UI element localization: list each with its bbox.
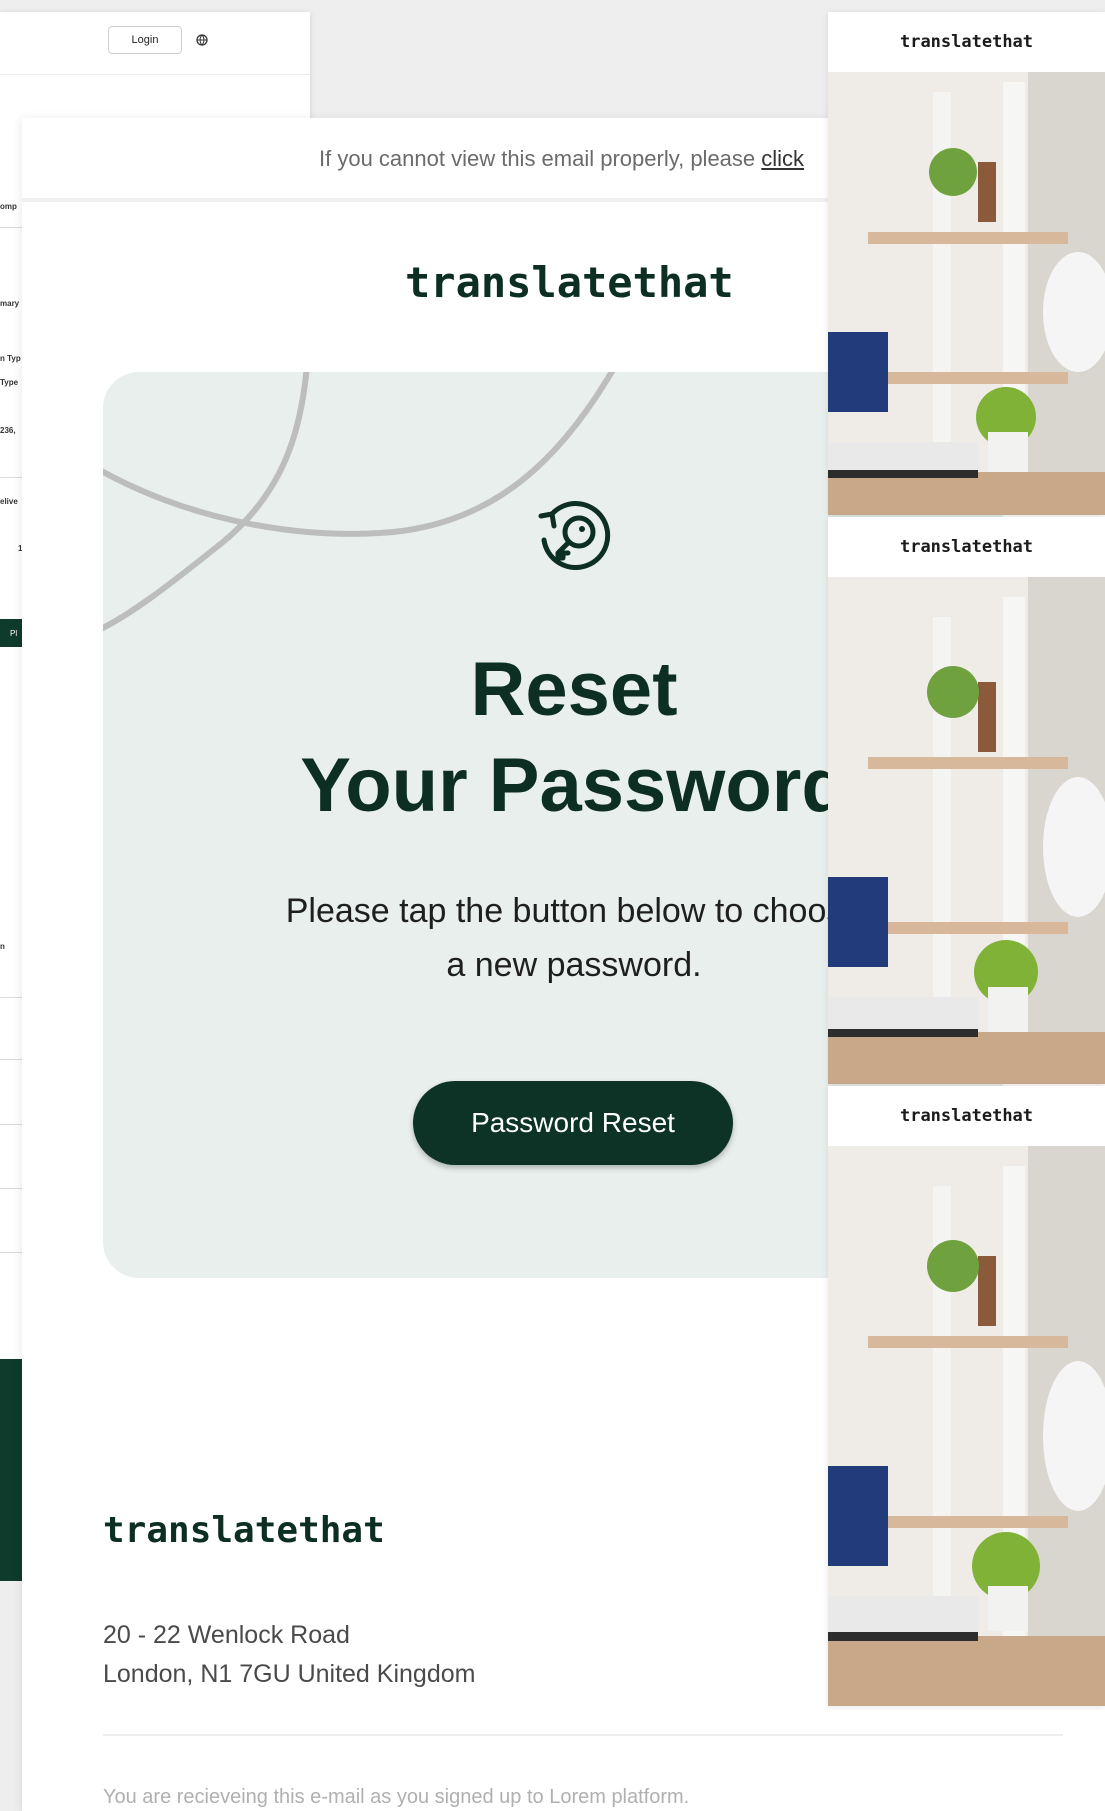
- fragment-text: n Typ: [0, 354, 21, 363]
- preview-brand: translatethat: [899, 1106, 1034, 1126]
- office-shelf-image: [828, 72, 1105, 515]
- action-button-fragment[interactable]: Pl: [0, 619, 22, 647]
- fragment-text: Type: [0, 378, 19, 387]
- divider: [0, 1188, 22, 1189]
- footer-brand-logo: translatethat: [103, 1510, 385, 1551]
- fragment-text: 236,: [0, 426, 16, 435]
- footer-address: 20 - 22 Wenlock Road London, N1 7GU Unit…: [103, 1621, 476, 1688]
- office-shelf-image: [828, 577, 1105, 1084]
- app-topbar: Login: [0, 12, 310, 75]
- dark-panel-fragment: [0, 1359, 22, 1581]
- notice-text: If you cannot view this email properly, …: [319, 146, 805, 171]
- office-shelf-image: [828, 1146, 1105, 1706]
- footer-divider: [103, 1734, 1063, 1736]
- divider: [0, 227, 22, 228]
- fragment-text: omp: [0, 202, 17, 211]
- globe-icon[interactable]: [196, 34, 208, 46]
- footer-note: You are recieveing this e-mail as you si…: [103, 1786, 690, 1808]
- key-reset-icon: [538, 501, 611, 571]
- preview-card[interactable]: translatethat: [828, 1086, 1105, 1706]
- fragment-text: elive: [0, 497, 18, 506]
- divider: [0, 997, 22, 998]
- password-reset-button[interactable]: Password Reset: [413, 1081, 733, 1165]
- preview-card[interactable]: translatethat: [828, 517, 1105, 1084]
- divider: [0, 1124, 22, 1125]
- preview-brand: translatethat: [899, 537, 1034, 557]
- login-button[interactable]: Login: [108, 26, 182, 54]
- divider: [0, 1252, 22, 1253]
- fragment-text: mary: [0, 299, 20, 308]
- divider: [0, 1059, 22, 1060]
- divider: [0, 477, 22, 478]
- fragment-text: n: [0, 942, 5, 951]
- preview-card[interactable]: translatethat: [828, 12, 1105, 515]
- preview-brand: translatethat: [899, 32, 1034, 52]
- view-online-link[interactable]: click: [761, 146, 804, 171]
